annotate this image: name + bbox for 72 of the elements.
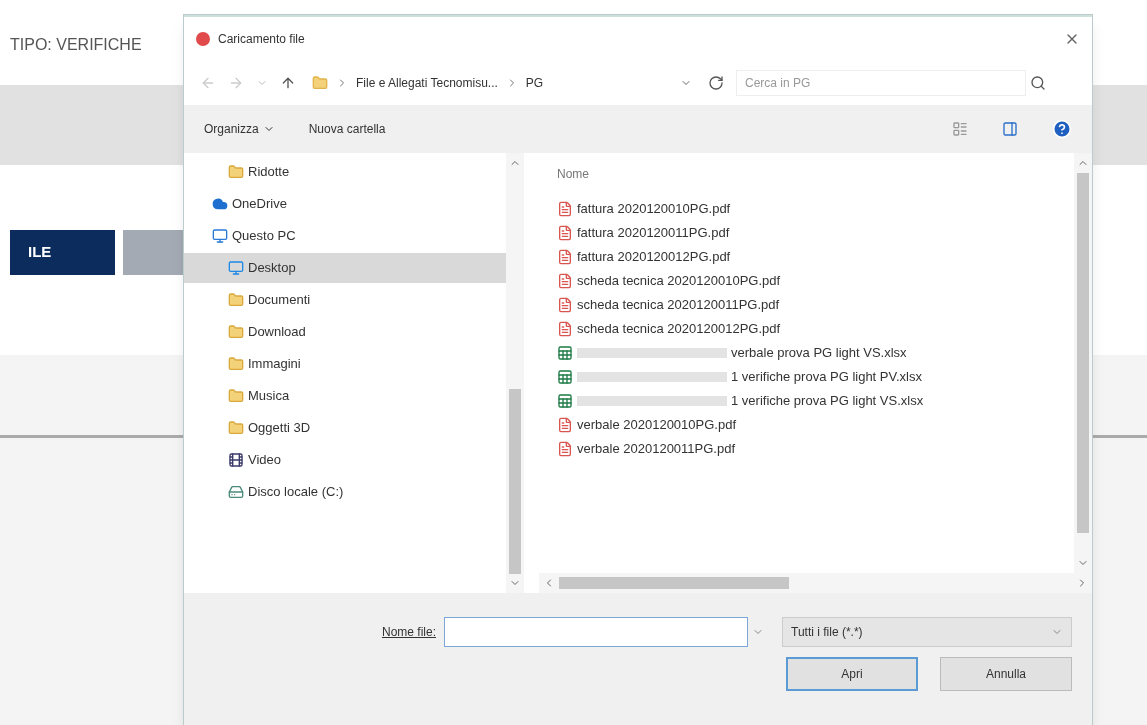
cloud-icon: [212, 196, 228, 212]
nav-item[interactable]: OneDrive: [184, 189, 506, 219]
refresh-icon[interactable]: [708, 75, 724, 91]
page-heading: TIPO: VERIFICHE: [10, 35, 142, 55]
file-name[interactable]: scheda tecnica 2020120010PG.pdf: [577, 271, 781, 291]
filename-label: Nome file:: [381, 624, 436, 641]
forward-icon[interactable]: [228, 75, 244, 91]
file-name[interactable]: scheda tecnica 2020120012PG.pdf: [577, 319, 781, 339]
nav-item[interactable]: Oggetti 3D: [184, 413, 506, 443]
monitor-icon: [212, 228, 228, 244]
pdf-file-icon: [557, 201, 573, 217]
organize-button[interactable]: Organizza: [204, 120, 275, 138]
spreadsheet-file-icon: [557, 369, 573, 385]
column-header[interactable]: Nome: [557, 165, 1074, 183]
file-name[interactable]: verbale 2020120010PG.pdf: [577, 415, 736, 435]
folder-icon: [228, 292, 244, 308]
nav-item[interactable]: Documenti: [184, 285, 506, 315]
app-logo-icon: [196, 32, 210, 46]
breadcrumb-item[interactable]: File e Allegati Tecnomisu...: [356, 74, 498, 92]
nav-item[interactable]: Immagini: [184, 349, 506, 379]
pdf-file-icon: [557, 417, 573, 433]
file-name[interactable]: fattura 2020120012PG.pdf: [577, 247, 731, 267]
pdf-file-icon: [557, 297, 573, 313]
back-icon[interactable]: [200, 75, 216, 91]
scrollbar[interactable]: [1074, 153, 1092, 573]
nav-item[interactable]: Questo PC: [184, 221, 506, 251]
pdf-file-icon: [557, 321, 573, 337]
film-icon: [228, 452, 244, 468]
file-name[interactable]: fattura 2020120010PG.pdf: [577, 199, 731, 219]
preview-pane-icon[interactable]: [1002, 121, 1018, 137]
pdf-file-icon: [557, 273, 573, 289]
folder-icon: [312, 75, 328, 91]
file-name[interactable]: fattura 2020120011PG.pdf: [577, 223, 730, 243]
horizontal-scrollbar[interactable]: [539, 573, 1092, 593]
filename-field[interactable]: [444, 617, 748, 647]
file-name[interactable]: verbale prova PG light VS.xlsx: [731, 343, 907, 363]
file-name[interactable]: 1 verifiche prova PG light VS.xlsx: [731, 391, 924, 411]
nav-item[interactable]: Download: [184, 317, 506, 347]
file-name[interactable]: verbale 2020120011PG.pdf: [577, 439, 736, 459]
nav-item[interactable]: Disco locale (C:): [184, 477, 506, 507]
folder-icon: [228, 388, 244, 404]
nav-item[interactable]: Video: [184, 445, 506, 475]
secondary-button[interactable]: [123, 230, 183, 275]
spreadsheet-file-icon: [557, 345, 573, 361]
new-folder-button[interactable]: Nuova cartella: [308, 120, 386, 138]
folder-icon: [228, 324, 244, 340]
nav-item[interactable]: Musica: [184, 381, 506, 411]
open-button[interactable]: Apri: [786, 657, 918, 691]
file-name[interactable]: scheda tecnica 2020120011PG.pdf: [577, 295, 780, 315]
desktop-icon: [228, 260, 244, 276]
primary-button[interactable]: ILE: [10, 230, 115, 275]
help-icon[interactable]: [1052, 119, 1072, 139]
folder-icon: [228, 164, 244, 180]
spreadsheet-file-icon: [557, 393, 573, 409]
breadcrumb-item[interactable]: PG: [525, 74, 544, 92]
file-name[interactable]: 1 verifiche prova PG light PV.xlsx: [731, 367, 922, 387]
pdf-file-icon: [557, 225, 573, 241]
pdf-file-icon: [557, 441, 573, 457]
drive-icon: [228, 484, 244, 500]
cancel-button[interactable]: Annulla: [940, 657, 1072, 691]
folder-icon: [228, 420, 244, 436]
nav-item[interactable]: Desktop: [184, 253, 506, 283]
file-type-select[interactable]: Tutti i file (*.*): [782, 617, 1072, 647]
folder-icon: [228, 356, 244, 372]
nav-item[interactable]: Ridotte: [184, 157, 506, 187]
window-title: Caricamento file: [218, 31, 305, 48]
view-options-icon[interactable]: [952, 121, 968, 137]
scrollbar[interactable]: [506, 153, 524, 593]
pdf-file-icon: [557, 249, 573, 265]
search-icon: [1030, 75, 1046, 91]
up-icon[interactable]: [280, 75, 296, 91]
search-field[interactable]: Cerca in PG: [736, 70, 1026, 96]
